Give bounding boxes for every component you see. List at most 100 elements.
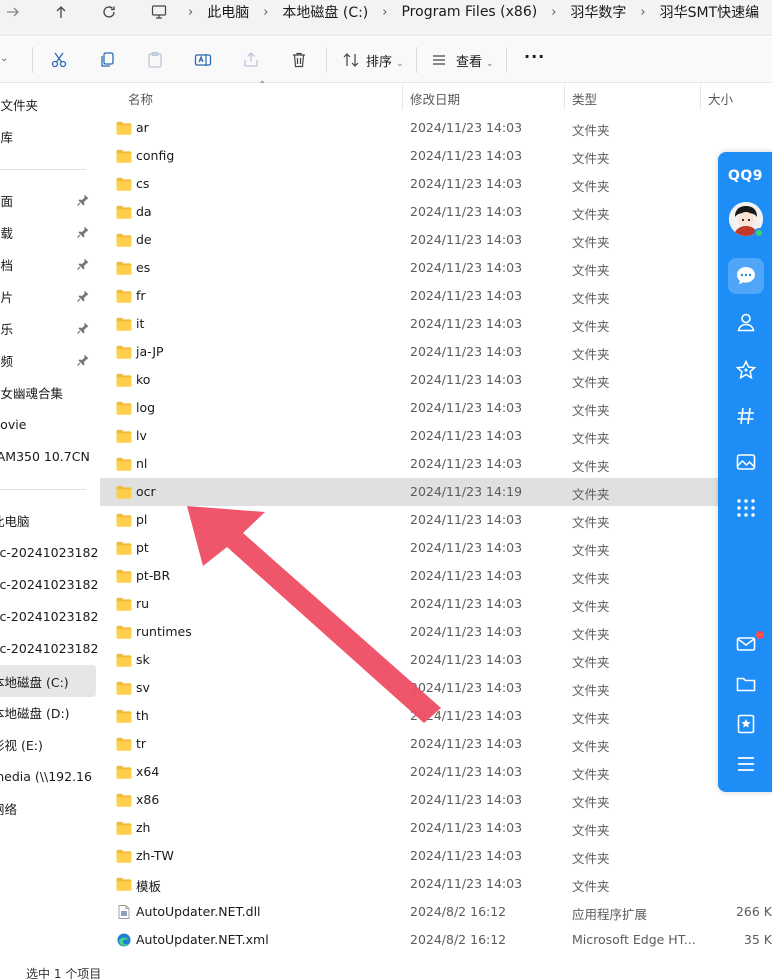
file-type: 文件夹 bbox=[572, 851, 610, 866]
qq-files-button[interactable] bbox=[732, 670, 760, 698]
column-divider[interactable] bbox=[564, 84, 565, 110]
new-dropdown-chevron-icon[interactable]: ⌄ bbox=[0, 53, 8, 64]
sort-button[interactable]: 排序 ⌄ bbox=[366, 51, 404, 70]
file-row[interactable]: AutoUpdater.NET.xml 2024/8/2 16:12 Microso… bbox=[100, 926, 772, 954]
sidebar-item-pictures[interactable]: 图片 bbox=[0, 283, 96, 309]
file-icon-wrap bbox=[116, 569, 132, 583]
file-row[interactable]: pl 2024/11/23 14:03 文件夹 bbox=[100, 506, 772, 534]
qq-favorites-button[interactable] bbox=[732, 356, 760, 384]
up-button[interactable] bbox=[48, 0, 74, 24]
breadcrumb-item[interactable]: 本地磁盘 (C:) bbox=[282, 2, 368, 22]
sidebar-item-folder[interactable]: movie bbox=[0, 411, 96, 437]
file-type: 应用程序扩展 bbox=[572, 907, 648, 922]
file-row[interactable]: pt-BR 2024/11/23 14:03 文件夹 bbox=[100, 562, 772, 590]
file-row[interactable]: pt 2024/11/23 14:03 文件夹 bbox=[100, 534, 772, 562]
file-row[interactable]: config 2024/11/23 14:03 文件夹 bbox=[100, 142, 772, 170]
view-button[interactable]: 查看 ⌄ bbox=[456, 51, 494, 70]
file-row[interactable]: 模板 2024/11/23 14:03 文件夹 bbox=[100, 870, 772, 898]
refresh-button[interactable] bbox=[96, 0, 122, 24]
file-modified-date: 2024/11/23 14:03 bbox=[410, 848, 523, 863]
file-row[interactable]: fr 2024/11/23 14:03 文件夹 bbox=[100, 282, 772, 310]
qq-apps-button[interactable] bbox=[732, 494, 760, 522]
sidebar-item-drive-e[interactable]: 影视 (E:) bbox=[0, 731, 96, 757]
breadcrumb-item[interactable]: Program Files (x86) bbox=[401, 4, 537, 20]
file-row[interactable]: ocr 2024/11/23 14:19 文件夹 bbox=[100, 478, 772, 506]
file-row[interactable]: AutoUpdater.NET.dll 2024/8/2 16:12 应用程序扩展 2… bbox=[100, 898, 772, 926]
sidebar-item-home[interactable]: 主文件夹 bbox=[0, 91, 96, 117]
sidebar-item-network-drive[interactable]: Pc-20241023182 bbox=[0, 571, 98, 597]
paste-button[interactable] bbox=[144, 49, 166, 71]
qq-bookmarks-button[interactable] bbox=[732, 710, 760, 738]
file-row[interactable]: lv 2024/11/23 14:03 文件夹 bbox=[100, 422, 772, 450]
column-divider[interactable] bbox=[402, 84, 403, 110]
file-row[interactable]: sv 2024/11/23 14:03 文件夹 bbox=[100, 674, 772, 702]
cut-button[interactable] bbox=[48, 49, 70, 71]
file-row[interactable]: x86 2024/11/23 14:03 文件夹 bbox=[100, 786, 772, 814]
column-header-modified[interactable]: 修改日期 bbox=[410, 89, 460, 108]
file-row[interactable]: tr 2024/11/23 14:03 文件夹 bbox=[100, 730, 772, 758]
file-icon-wrap bbox=[116, 793, 132, 807]
sidebar-item-drive-c[interactable]: 本地磁盘 (C:) bbox=[0, 665, 96, 697]
channel-icon bbox=[737, 407, 754, 425]
breadcrumb-item[interactable]: 此电脑 bbox=[207, 2, 249, 22]
qq-channel-button[interactable] bbox=[732, 402, 760, 430]
file-icon-wrap bbox=[116, 289, 132, 303]
sidebar-item-network[interactable]: 网络 bbox=[0, 795, 96, 821]
sidebar-item-media-share[interactable]: media (\\192.16 bbox=[0, 763, 96, 789]
file-row[interactable]: da 2024/11/23 14:03 文件夹 bbox=[100, 198, 772, 226]
sidebar-item-network-drive[interactable]: Pc-20241023182 bbox=[0, 635, 98, 661]
file-row[interactable]: runtimes 2024/11/23 14:03 文件夹 bbox=[100, 618, 772, 646]
this-pc-crumb-icon[interactable] bbox=[146, 0, 172, 24]
file-modified-date: 2024/11/23 14:03 bbox=[410, 792, 523, 807]
file-row[interactable]: th 2024/11/23 14:03 文件夹 bbox=[100, 702, 772, 730]
file-row[interactable]: cs 2024/11/23 14:03 文件夹 bbox=[100, 170, 772, 198]
column-header-size[interactable]: 大小 bbox=[708, 89, 733, 108]
sidebar-item-documents[interactable]: 文档 bbox=[0, 251, 96, 277]
sidebar-item-this-pc[interactable]: 此电脑 bbox=[0, 507, 96, 533]
sidebar-item-label: 桌面 bbox=[0, 193, 14, 209]
delete-button[interactable] bbox=[288, 49, 310, 71]
file-row[interactable]: log 2024/11/23 14:03 文件夹 bbox=[100, 394, 772, 422]
file-row[interactable]: zh 2024/11/23 14:03 文件夹 bbox=[100, 814, 772, 842]
qq-menu-button[interactable] bbox=[732, 750, 760, 778]
file-row[interactable]: nl 2024/11/23 14:03 文件夹 bbox=[100, 450, 772, 478]
column-header-type[interactable]: 类型 bbox=[572, 89, 597, 108]
sidebar-item-folder[interactable]: 倩女幽魂合集 bbox=[0, 379, 96, 405]
file-row[interactable]: ja-JP 2024/11/23 14:03 文件夹 bbox=[100, 338, 772, 366]
file-name: ja-JP bbox=[136, 344, 164, 359]
sidebar-item-gallery[interactable]: 图库 bbox=[0, 123, 96, 149]
file-row[interactable]: sk 2024/11/23 14:03 文件夹 bbox=[100, 646, 772, 674]
sidebar-item-music[interactable]: 音乐 bbox=[0, 315, 96, 341]
more-options-button[interactable]: ··· bbox=[524, 47, 545, 66]
sidebar-item-videos[interactable]: 视频 bbox=[0, 347, 96, 373]
sidebar-item-drive-d[interactable]: 本地磁盘 (D:) bbox=[0, 699, 96, 725]
sidebar-item-folder[interactable]: CAM350 10.7CN bbox=[0, 443, 96, 469]
sidebar-item-network-drive[interactable]: Pc-20241023182 bbox=[0, 539, 98, 565]
column-divider[interactable] bbox=[700, 84, 701, 110]
qq-logo: QQ9 bbox=[728, 168, 764, 184]
copy-button[interactable] bbox=[96, 49, 118, 71]
file-row[interactable]: zh-TW 2024/11/23 14:03 文件夹 bbox=[100, 842, 772, 870]
file-row[interactable]: es 2024/11/23 14:03 文件夹 bbox=[100, 254, 772, 282]
qq-photo-button[interactable] bbox=[732, 448, 760, 476]
sidebar-item-downloads[interactable]: 下载 bbox=[0, 219, 96, 245]
file-icon-wrap bbox=[116, 877, 132, 891]
file-row[interactable]: ar 2024/11/23 14:03 文件夹 bbox=[100, 114, 772, 142]
file-row[interactable]: it 2024/11/23 14:03 文件夹 bbox=[100, 310, 772, 338]
breadcrumb-item[interactable]: 羽华SMT快速编 bbox=[660, 2, 760, 22]
forward-button[interactable] bbox=[0, 0, 26, 24]
qq-chat-button[interactable] bbox=[732, 262, 760, 290]
column-header-name[interactable]: 名称 bbox=[128, 89, 153, 108]
breadcrumb-item[interactable]: 羽华数字 bbox=[570, 2, 626, 22]
file-row[interactable]: ru 2024/11/23 14:03 文件夹 bbox=[100, 590, 772, 618]
file-row[interactable]: x64 2024/11/23 14:03 文件夹 bbox=[100, 758, 772, 786]
rename-button[interactable] bbox=[192, 49, 214, 71]
file-name: fr bbox=[136, 288, 146, 303]
sidebar-item-network-drive[interactable]: Pc-20241023182 bbox=[0, 603, 98, 629]
qq-contacts-button[interactable] bbox=[732, 308, 760, 336]
file-modified-date: 2024/11/23 14:03 bbox=[410, 400, 523, 415]
file-row[interactable]: ko 2024/11/23 14:03 文件夹 bbox=[100, 366, 772, 394]
share-button[interactable] bbox=[240, 49, 262, 71]
sidebar-item-desktop[interactable]: 桌面 bbox=[0, 187, 96, 213]
file-row[interactable]: de 2024/11/23 14:03 文件夹 bbox=[100, 226, 772, 254]
